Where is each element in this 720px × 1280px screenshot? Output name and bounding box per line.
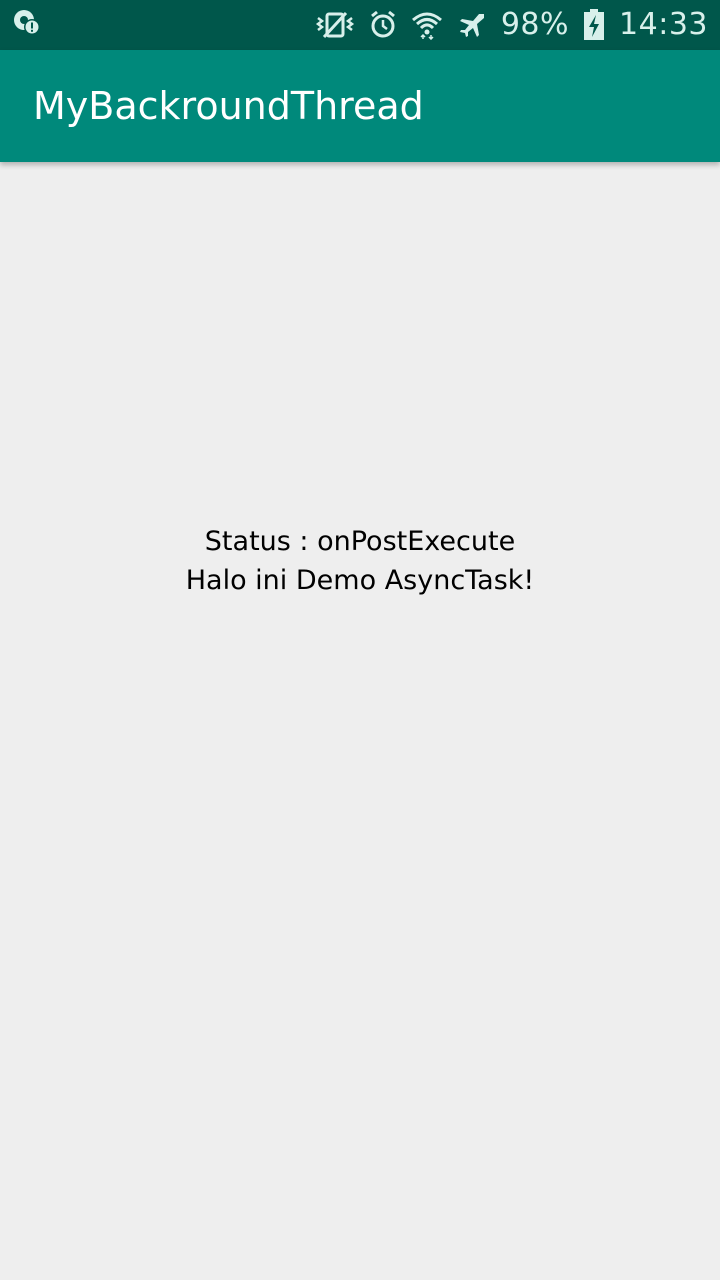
main-content [0, 162, 720, 1280]
status-left [12, 8, 42, 42]
app-title: MyBackroundThread [33, 84, 424, 128]
wifi-icon [411, 10, 443, 40]
app-bar: MyBackroundThread [0, 50, 720, 162]
status-bar: 98% 14:33 [0, 0, 720, 50]
status-right: 98% 14:33 [315, 9, 708, 41]
airplane-mode-icon [457, 10, 487, 40]
vibrate-mute-icon [315, 10, 355, 40]
notification-alert-icon [12, 8, 42, 42]
alarm-icon [369, 10, 397, 40]
clock: 14:33 [619, 7, 708, 42]
status-line: Status : onPostExecute [204, 526, 516, 557]
battery-charging-icon [583, 9, 605, 41]
status-message-block: Status : onPostExecute Halo ini Demo Asy… [0, 522, 720, 600]
battery-percent: 98% [500, 7, 570, 42]
message-line: Halo ini Demo AsyncTask! [185, 565, 535, 596]
